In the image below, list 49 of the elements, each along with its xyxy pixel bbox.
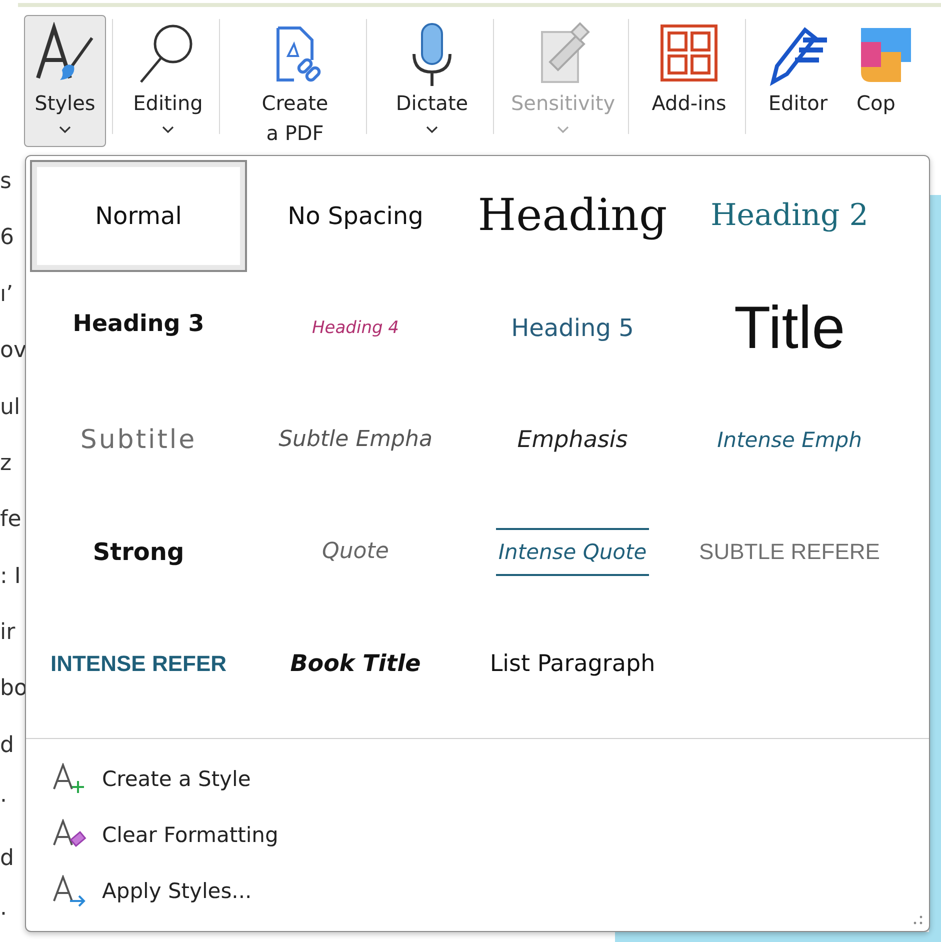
style-option[interactable]: Subtitle	[30, 384, 247, 496]
document-text: 6	[0, 226, 15, 250]
document-text: fe	[0, 508, 22, 532]
document-text: ir	[0, 621, 16, 645]
ribbon-button[interactable]: Cop	[846, 15, 906, 147]
ribbon-button[interactable]: Editor	[756, 15, 840, 147]
style-option[interactable]: Strong	[30, 496, 247, 608]
resize-grip-icon	[913, 915, 923, 925]
document-text: ·	[0, 790, 8, 814]
style-option[interactable]: SUBTLE REFERE	[681, 496, 898, 608]
style-option[interactable]: Heading	[464, 160, 681, 272]
ribbon-button[interactable]: Create a PDF	[230, 15, 360, 147]
caret-icon	[557, 126, 569, 134]
style-option[interactable]: Heading 4	[247, 272, 464, 384]
style-option[interactable]: Intense Quote	[464, 496, 681, 608]
style-option[interactable]: Emphasis	[464, 384, 681, 496]
ribbon-button[interactable]: Styles	[24, 15, 106, 147]
style-option[interactable]: No Spacing	[247, 160, 464, 272]
letter-arrow-icon	[52, 875, 88, 907]
caret-icon	[426, 126, 438, 134]
style-option[interactable]: Heading 2	[681, 160, 898, 272]
style-option[interactable]: Intense Emph	[681, 384, 898, 496]
style-option[interactable]: Quote	[247, 496, 464, 608]
style-option[interactable]: Title	[681, 272, 898, 384]
style-option[interactable]: Heading 3	[30, 272, 247, 384]
menu-item[interactable]: Clear Formatting	[30, 807, 929, 863]
document-text: ·	[0, 902, 8, 927]
ribbon-button[interactable]: Editing	[123, 15, 213, 147]
document-text: bo	[0, 677, 25, 702]
document-text: : I	[0, 564, 22, 589]
document-text: d	[0, 734, 15, 758]
menu-item[interactable]: Create a Style	[30, 751, 929, 807]
style-option[interactable]: Subtle Empha	[247, 384, 464, 496]
style-option[interactable]: INTENSE REFER	[30, 608, 247, 720]
document-text: ul	[0, 396, 22, 420]
style-option[interactable]: Normal	[30, 160, 247, 272]
style-option[interactable]: Heading 5	[464, 272, 681, 384]
document-text: z	[0, 452, 13, 476]
document-text: ov	[0, 339, 25, 364]
document-text: d	[0, 846, 15, 870]
style-option[interactable]: Book Title	[247, 608, 464, 720]
caret-icon	[162, 126, 174, 134]
menu-item[interactable]: Apply Styles...	[30, 863, 929, 919]
style-option[interactable]: List Paragraph	[464, 608, 681, 720]
document-text: ı’	[0, 282, 14, 307]
document-text: s	[0, 170, 12, 194]
caret-icon	[59, 126, 71, 134]
ribbon-button[interactable]: Dictate	[377, 15, 487, 147]
ribbon-button[interactable]: Add-ins	[639, 15, 739, 147]
